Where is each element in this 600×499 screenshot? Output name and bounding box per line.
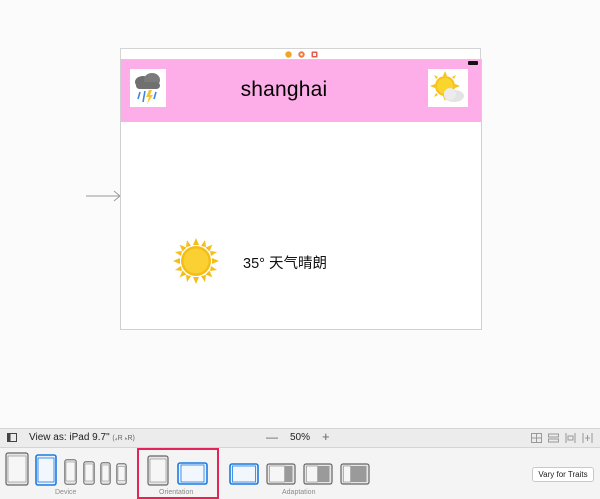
adaptation-two-thirds-icon[interactable] bbox=[266, 463, 296, 485]
header-bar: shanghai bbox=[121, 60, 481, 122]
iphone-plus-device-icon[interactable] bbox=[64, 459, 77, 485]
sun-icon[interactable] bbox=[173, 238, 219, 284]
pin-icon[interactable] bbox=[582, 433, 593, 443]
adaptation-group-label: Adaptation bbox=[282, 489, 316, 496]
zoom-level: 50% bbox=[290, 432, 311, 443]
city-label: shanghai bbox=[240, 78, 328, 101]
device-name: View as: iPad 9.7" bbox=[29, 432, 110, 443]
document-outline-toggle-icon[interactable] bbox=[7, 433, 17, 442]
portrait-orientation-icon[interactable] bbox=[147, 455, 169, 486]
align-icon[interactable] bbox=[565, 433, 576, 443]
adaptation-one-third-icon[interactable] bbox=[340, 463, 370, 485]
ipad-scene[interactable]: shanghai 35° 天气晴朗 bbox=[120, 59, 482, 330]
ipad-9-7-device-icon[interactable] bbox=[35, 454, 57, 486]
stack-icon[interactable] bbox=[548, 433, 559, 443]
view-controller-icon[interactable] bbox=[285, 51, 292, 58]
landscape-orientation-icon[interactable] bbox=[177, 462, 208, 485]
device-group-label: Device bbox=[55, 489, 77, 496]
iphone-se-device-icon[interactable] bbox=[100, 462, 111, 485]
zoom-out-button[interactable]: — bbox=[266, 430, 278, 444]
vary-for-traits-button[interactable]: Vary for Traits bbox=[532, 467, 594, 482]
adaptation-half-icon[interactable] bbox=[303, 463, 333, 485]
entry-arrow-icon[interactable] bbox=[86, 190, 122, 202]
ipad-pro-12-device-icon[interactable] bbox=[5, 452, 29, 486]
view-as-label[interactable]: View as: iPad 9.7" (₄R ₕR) bbox=[29, 432, 135, 443]
trait-bar: Device Orientation Adaptation Vary for T… bbox=[0, 448, 600, 499]
iphone-device-icon[interactable] bbox=[83, 461, 95, 485]
battery-icon bbox=[468, 61, 478, 65]
weather-description: 35° 天气晴朗 bbox=[243, 256, 327, 272]
first-responder-icon[interactable] bbox=[298, 51, 305, 58]
update-frames-icon[interactable] bbox=[531, 433, 542, 443]
size-class-label: (₄R ₕR) bbox=[112, 435, 135, 442]
storyboard-canvas[interactable]: shanghai 35° 天气晴朗 bbox=[0, 0, 600, 428]
exit-icon[interactable] bbox=[311, 51, 318, 58]
adaptation-full-icon[interactable] bbox=[229, 463, 259, 485]
orientation-group-label: Orientation bbox=[159, 489, 194, 496]
zoom-in-button[interactable]: + bbox=[322, 429, 330, 444]
iphone-4s-device-icon[interactable] bbox=[116, 463, 127, 485]
sun-behind-cloud-icon[interactable] bbox=[428, 69, 468, 107]
canvas-toolbar: View as: iPad 9.7" (₄R ₕR) — 50% + bbox=[0, 428, 600, 448]
